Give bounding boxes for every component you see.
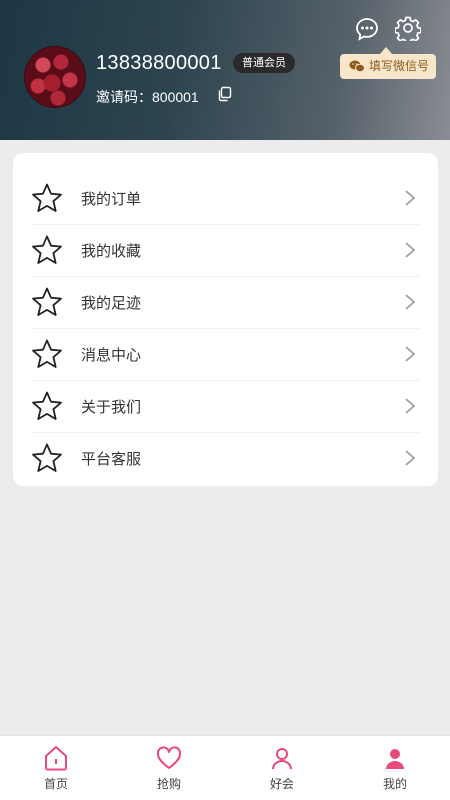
star-icon xyxy=(32,443,62,472)
star-icon xyxy=(32,391,62,420)
avatar[interactable] xyxy=(24,46,86,108)
tab-mine-label: 我的 xyxy=(382,777,407,791)
user-phone: 13838800001 xyxy=(96,52,222,74)
person-icon xyxy=(386,749,404,769)
gear-icon[interactable] xyxy=(395,15,421,41)
member-level-badge: 普通会员 xyxy=(233,53,295,73)
home-icon xyxy=(45,746,67,771)
menu-item-label: 关于我们 xyxy=(81,399,142,416)
menu-item-orders[interactable]: 我的订单 xyxy=(31,173,420,225)
star-icon xyxy=(32,287,62,316)
menu-item-history[interactable]: 我的足迹 xyxy=(31,277,420,329)
chevron-right-icon xyxy=(405,242,416,258)
tab-home[interactable]: 首页 xyxy=(26,744,86,792)
menu-item-label: 消息中心 xyxy=(81,347,142,364)
heart-icon xyxy=(156,746,182,769)
menu-item-about[interactable]: 关于我们 xyxy=(31,381,420,433)
fill-wechat-button[interactable]: 填写微信号 xyxy=(340,47,436,79)
menu-item-label: 平台客服 xyxy=(81,451,142,468)
menu-item-label: 我的订单 xyxy=(81,191,142,208)
chevron-right-icon xyxy=(405,190,416,206)
tab-flash-sale-label: 抢购 xyxy=(156,777,181,791)
chevron-right-icon xyxy=(405,346,416,362)
tab-member[interactable]: 好会 xyxy=(252,744,312,792)
menu-item-label: 我的收藏 xyxy=(81,243,142,260)
profile-header: 13838800001 普通会员 邀请码：800001 填写微信号 xyxy=(0,0,450,140)
menu-item-favorites[interactable]: 我的收藏 xyxy=(31,225,420,277)
message-icon[interactable] xyxy=(354,16,380,42)
tab-home-label: 首页 xyxy=(43,777,68,791)
star-icon xyxy=(32,339,62,368)
chevron-right-icon xyxy=(405,398,416,414)
tab-flash-sale[interactable]: 抢购 xyxy=(139,744,199,792)
member-icon xyxy=(272,748,292,770)
star-icon xyxy=(32,183,62,212)
fill-wechat-label: 填写微信号 xyxy=(369,59,430,73)
menu-item-support[interactable]: 平台客服 xyxy=(31,433,420,485)
invite-code: 邀请码：800001 xyxy=(96,89,199,105)
wechat-icon xyxy=(349,60,365,73)
copy-icon[interactable] xyxy=(217,86,233,102)
tab-member-label: 好会 xyxy=(269,777,294,791)
bottom-tab-bar: 首页 抢购 好会 我的 xyxy=(0,735,450,800)
menu-card: 我的订单 我的收藏 我的足迹 消息中心 关于我们 平台客服 xyxy=(13,153,438,486)
chevron-right-icon xyxy=(405,450,416,466)
menu-item-label: 我的足迹 xyxy=(81,295,142,312)
menu-item-messages[interactable]: 消息中心 xyxy=(31,329,420,381)
tab-mine[interactable]: 我的 xyxy=(365,744,425,792)
chevron-right-icon xyxy=(405,294,416,310)
star-icon xyxy=(32,235,62,264)
